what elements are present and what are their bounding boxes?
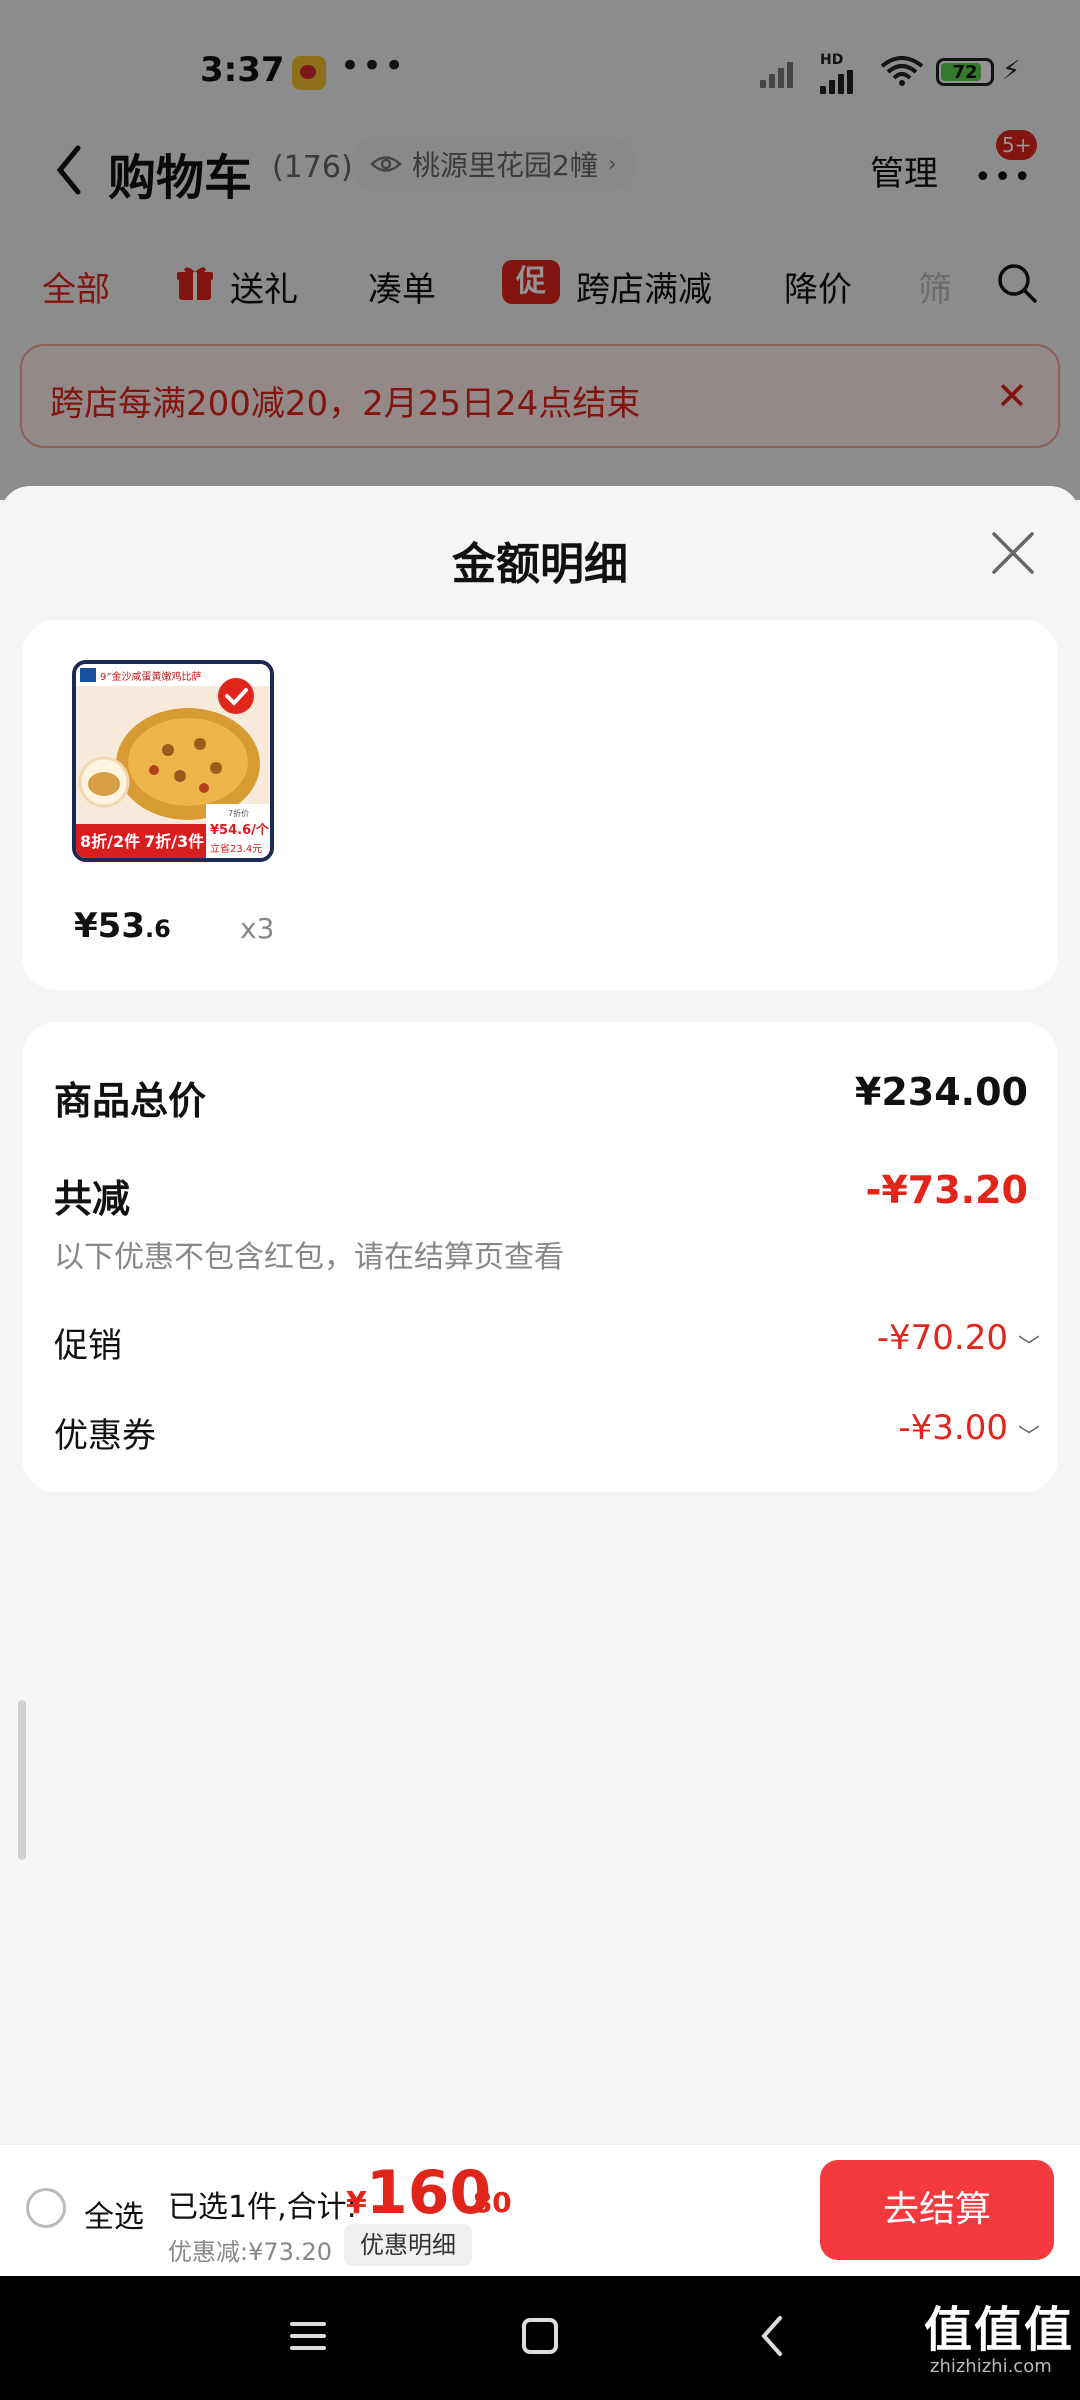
image-discount-3: 7折/3件	[144, 832, 204, 851]
product-quantity: x3	[240, 912, 275, 945]
promo-label: 促销	[54, 1326, 122, 1366]
total-dec: .80	[462, 2186, 512, 2219]
modal-overlay[interactable]	[0, 0, 1080, 500]
price-int: 53	[97, 906, 145, 946]
chevron-down-icon: ﹀	[1017, 1334, 1040, 1360]
pizza-image: 9”金沙咸蛋黄嫩鸡比萨 8折/2件 7折/3件 7折价 ¥54.6/个 立省23…	[76, 664, 270, 858]
discount-summary: 优惠减:¥73.20	[168, 2238, 333, 2266]
select-all-radio[interactable]	[26, 2188, 66, 2228]
chevron-down-icon: ﹀	[1017, 1424, 1040, 1450]
promo-row-toggle[interactable]: -¥70.20 ﹀	[877, 1318, 1040, 1361]
image-headline: 9”金沙咸蛋黄嫩鸡比萨	[100, 670, 202, 683]
promo-value: -¥70.20	[876, 1318, 1008, 1358]
checkout-button[interactable]: 去结算	[820, 2160, 1054, 2260]
total-value: ¥234.00	[854, 1070, 1028, 1114]
watermark-url: zhizhizhi.com	[930, 2356, 1052, 2377]
product-thumbnail[interactable]: 9”金沙咸蛋黄嫩鸡比萨 8折/2件 7折/3件 7折价 ¥54.6/个 立省23…	[72, 660, 274, 862]
coupon-label: 优惠券	[54, 1416, 156, 1456]
close-icon[interactable]	[990, 530, 1036, 576]
discount-detail-button[interactable]: 优惠明细	[344, 2224, 472, 2266]
image-price-tag-save: 立省23.4元	[210, 842, 262, 855]
image-discount-2: 8折/2件	[80, 832, 140, 851]
select-all-label[interactable]: 全选	[84, 2192, 144, 2236]
price-dec: .6	[145, 915, 171, 943]
selected-summary: 已选1件,合计:	[168, 2190, 357, 2225]
reduce-label: 共减	[54, 1177, 131, 1221]
menu-icon[interactable]	[278, 2306, 338, 2366]
total-label: 商品总价	[54, 1079, 207, 1123]
back-nav-icon[interactable]	[744, 2306, 804, 2366]
coupon-row-toggle[interactable]: -¥3.00 ﹀	[898, 1408, 1040, 1451]
discount-note: 以下优惠不包含红包，请在结算页查看	[54, 1240, 564, 1275]
sheet-title: 金额明细	[452, 539, 628, 590]
coupon-value: -¥3.00	[898, 1408, 1008, 1448]
reduce-value: -¥73.20	[865, 1168, 1028, 1212]
total-symbol: ¥	[346, 2186, 367, 2221]
product-price: ¥53.6	[74, 906, 171, 946]
image-price-tag-label: 7折价	[228, 808, 249, 818]
price-symbol: ¥	[74, 906, 98, 946]
scroll-indicator	[18, 1700, 26, 1860]
watermark-logo: 值值值	[924, 2302, 1075, 2358]
image-price-tag-value: ¥54.6/个	[210, 822, 270, 838]
home-icon[interactable]	[510, 2306, 570, 2366]
